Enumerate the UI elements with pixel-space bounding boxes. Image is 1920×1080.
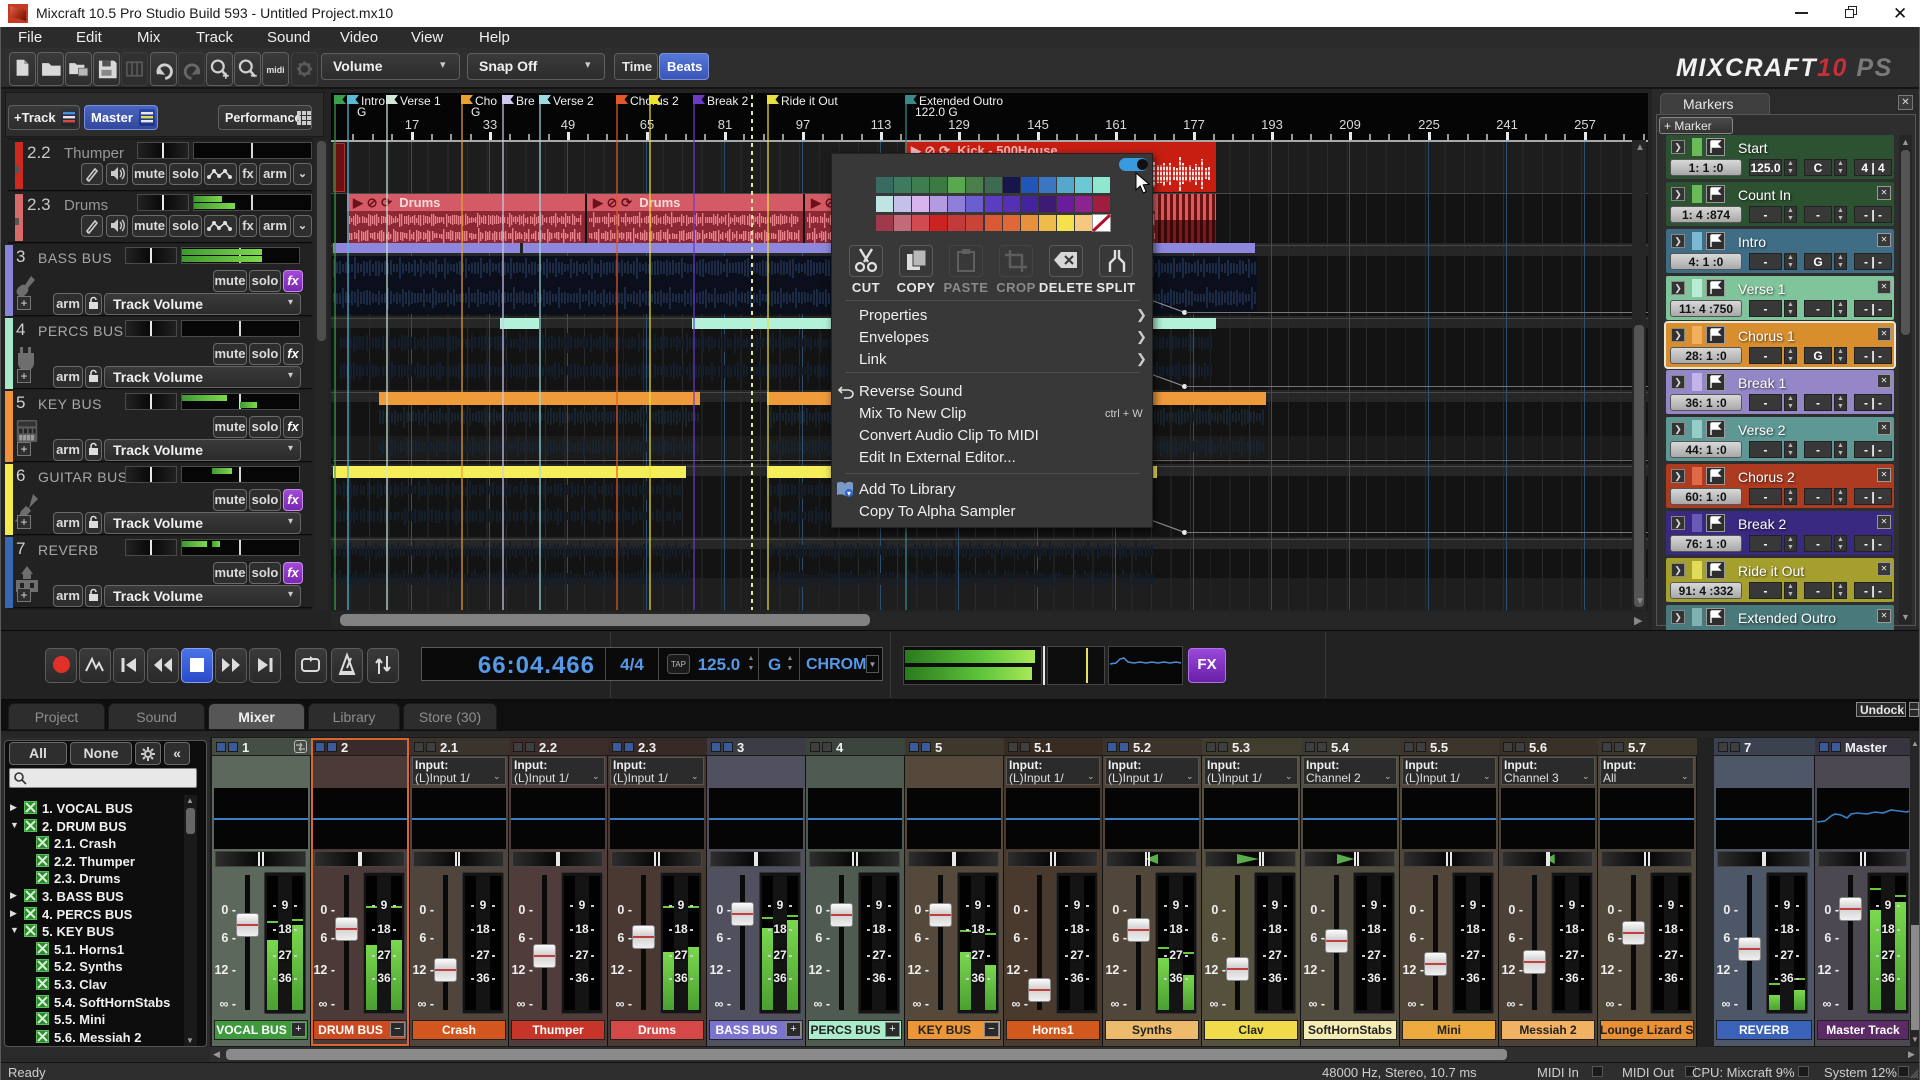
svg-text:▾: ▾	[847, 489, 851, 498]
svg-text:midi: midi	[266, 65, 284, 75]
